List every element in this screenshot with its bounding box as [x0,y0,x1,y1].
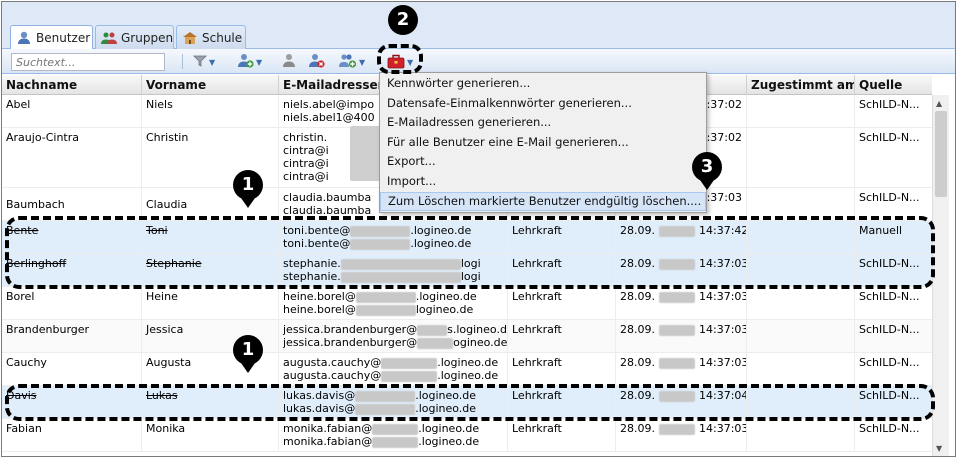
search-input[interactable] [11,53,165,71]
cell-datum: 28.09. 14:37:03 [616,353,747,385]
filter-button[interactable]: ▼ [193,52,215,72]
user-icon [16,31,32,45]
add-user-button[interactable]: ▼ [238,52,262,72]
tab-schule[interactable]: Schule [176,25,246,49]
cell-datum: 28.09. 14:37:03 [616,287,747,319]
menu-item-emailadressen[interactable]: E-Mailadressen generieren... [380,113,706,133]
menu-item-import[interactable]: Import... [380,172,706,192]
toolbox-dropdown-menu: Kennwörter generieren... Datensafe-Einma… [379,72,707,213]
table-row[interactable]: Borel Heine heine.borel@ .logineo.de heine… [2,287,932,320]
column-quelle[interactable]: Quelle [855,75,932,95]
school-icon [182,31,198,45]
cell-nachname: Araujo-Cintra [2,128,142,187]
column-vorname[interactable]: Vorname [142,75,279,95]
cell-rolle: Lehrkraft [508,353,616,385]
cell-email: augusta.cauchy@ .logineo.de augusta.cauchy… [279,353,508,385]
cell-vorname: Niels [142,95,279,127]
add-user-icon [238,53,254,72]
chevron-down-icon: ▼ [209,57,216,67]
callout-badge: 1 [233,335,263,365]
toolbar: ▼ ▼ ▼ ▼ [2,49,955,74]
table-row[interactable]: Fabian Monika monika.fabian@ .logineo.de m… [2,419,932,452]
toolbar-separator [182,54,183,69]
tab-gruppen[interactable]: Gruppen [95,25,174,49]
cell-vorname: Heine [142,287,279,319]
cell-quelle: SchILD-N... [859,356,920,369]
tab-benutzer[interactable]: Benutzer [10,25,93,50]
cell-zugestimmt [747,419,855,451]
cell-zugestimmt [747,128,855,187]
tab-label: Gruppen [121,30,174,45]
column-zugestimmt[interactable]: Zugestimmt am [747,75,855,95]
menu-item-kennwoerter[interactable]: Kennwörter generieren... [380,74,706,94]
filter-icon [193,54,207,71]
cell-quelle: SchILD-N... [859,131,920,144]
callout-pointer [700,180,714,190]
cell-datum: 28.09. 14:37:03 [616,419,747,451]
tab-bar: Benutzer Gruppen Schule [2,2,955,50]
callout-pointer [241,363,255,373]
tab-label: Schule [202,30,243,45]
table-row[interactable]: Cauchy Augusta augusta.cauchy@ .logineo.d… [2,353,932,386]
menu-item-email-alle[interactable]: Für alle Benutzer eine E-Mail generieren… [380,133,706,153]
cell-zugestimmt [747,320,855,352]
redacted-area [350,126,380,181]
group-add-button[interactable]: ▼ [339,52,365,72]
cell-rolle: Lehrkraft [508,320,616,352]
cell-rolle: Lehrkraft [508,419,616,451]
cell-nachname: Cauchy [2,353,142,385]
cell-vorname: Monika [142,419,279,451]
cell-quelle: SchILD-N... [859,422,920,435]
menu-item-export[interactable]: Export... [380,152,706,172]
scroll-down-icon[interactable]: ▼ [936,444,942,453]
user-action-icon [281,53,297,72]
cell-email: jessica.brandenburger@ s.logineo.de jessic… [279,320,508,352]
delete-user-icon [309,53,325,72]
scrollbar-thumb[interactable] [935,111,947,197]
cell-email: monika.fabian@ .logineo.de monika.fabian@.… [279,419,508,451]
cell-nachname: Brandenburger [2,320,142,352]
cell-zugestimmt [747,95,855,127]
callout-pointer [241,198,255,208]
group-add-icon [339,53,357,72]
user-admin-window: Benutzer Gruppen Schule ▼ [1,1,956,457]
cell-zugestimmt [747,287,855,319]
group-icon [101,31,117,45]
delete-user-button[interactable] [309,52,325,72]
chevron-down-icon: ▼ [256,57,263,67]
cell-email: heine.borel@ .logineo.de heine.borel@ login… [279,287,508,319]
menu-item-endgueltig-loeschen[interactable]: Zum Löschen markierte Benutzer endgültig… [380,191,706,212]
menu-item-datensafe[interactable]: Datensafe-Einmalkennwörter generieren... [380,94,706,114]
callout-highlight-rows [5,216,935,289]
callout-highlight-row [5,384,935,421]
cell-nachname: Abel [2,95,142,127]
cell-datum: 28.09. 14:37:03 [616,320,747,352]
cell-zugestimmt [747,353,855,385]
table-row[interactable]: Brandenburger Jessica jessica.brandenbur… [2,320,932,353]
scroll-up-icon[interactable]: ▲ [936,99,942,108]
callout-highlight-toolbox [377,44,423,74]
column-nachname[interactable]: Nachname [2,75,142,95]
user-action-button[interactable] [281,52,297,72]
tab-label: Benutzer [36,31,91,45]
cell-nachname: Borel [2,287,142,319]
cell-quelle: SchILD-N... [859,290,920,303]
cell-quelle: SchILD-N... [859,98,920,111]
callout-badge: 2 [388,5,418,35]
cell-rolle: Lehrkraft [508,287,616,319]
callout-badge: 3 [692,152,722,182]
cell-quelle: SchILD-N... [859,323,920,336]
cell-nachname: Fabian [2,419,142,451]
chevron-down-icon: ▼ [359,57,366,67]
callout-badge: 1 [233,170,263,200]
